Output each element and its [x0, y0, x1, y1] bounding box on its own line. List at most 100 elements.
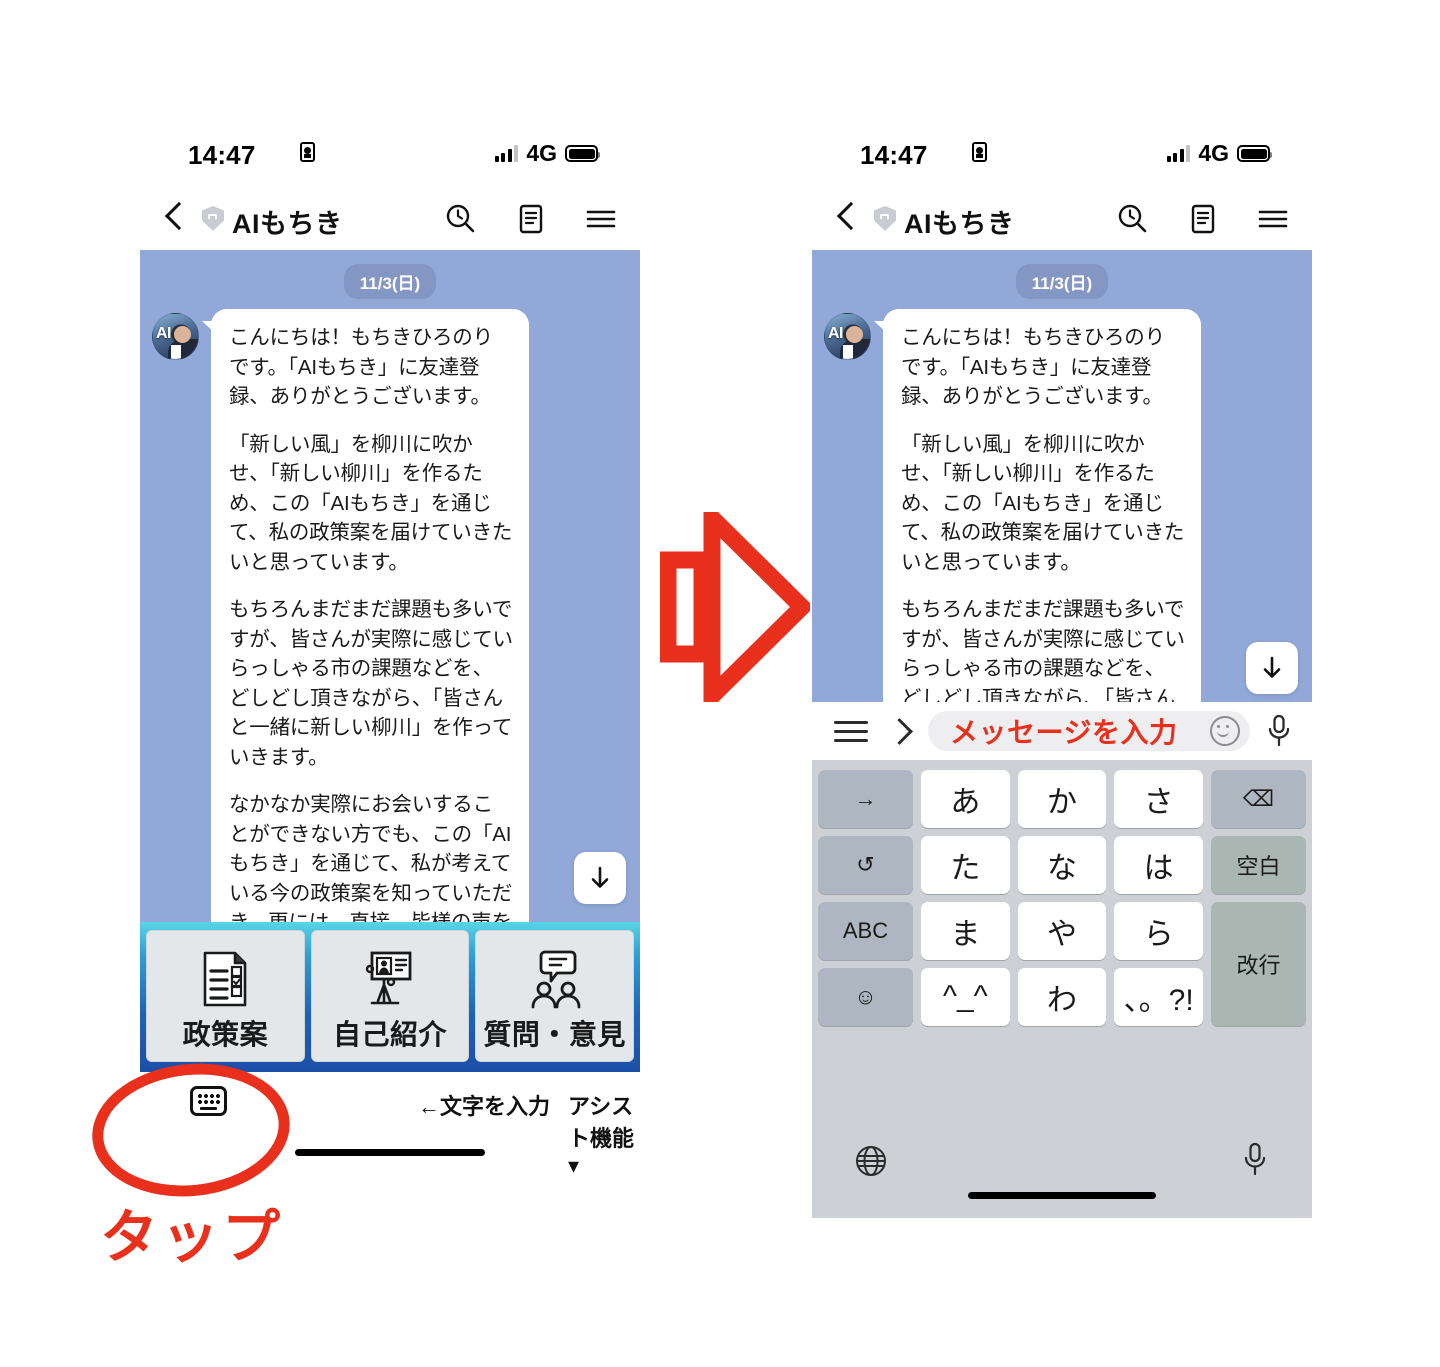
menu-icon[interactable] — [584, 202, 618, 236]
note-icon[interactable] — [1186, 202, 1220, 236]
status-time: 14:47 — [188, 140, 256, 170]
chat-area[interactable]: 11/3(日) AI こんにちは！もちきひろのりです。「AIもちき」に友達登録、… — [812, 250, 1312, 702]
status-indicators: 4G — [1166, 140, 1272, 166]
key-punctuation[interactable]: 、。?! — [1114, 968, 1203, 1026]
message-row: AI こんにちは！もちきひろのりです。「AIもちき」に友達登録、ありがとうござい… — [812, 299, 1312, 702]
message-bubble[interactable]: こんにちは！もちきひろのりです。「AIもちき」に友達登録、ありがとうございます。… — [874, 309, 1201, 702]
document-checklist-icon — [193, 943, 257, 1015]
scroll-down-icon[interactable] — [1246, 642, 1298, 694]
phone-screen-after: 14:47 4G AIもちき 11/3(日) AI こんにちは！もちきひろのりで… — [812, 128, 1312, 1218]
key-ka[interactable]: か — [1017, 770, 1107, 828]
chat-area[interactable]: 11/3(日) AI こんにちは！もちきひろのりです。「AIもちき」に友達登録、… — [140, 250, 640, 922]
phone-screen-before: 14:47 4G AIもちき 11/3(日) AI こんにちは！もちきひろのりで… — [140, 128, 640, 1178]
menu-icon[interactable] — [1256, 202, 1290, 236]
key-space[interactable]: 空白 — [1210, 836, 1306, 894]
signal-bars-icon — [494, 145, 519, 162]
battery-icon — [1237, 145, 1272, 162]
status-indicators: 4G — [494, 140, 600, 166]
message-bubble[interactable]: こんにちは！もちきひろのりです。「AIもちき」に友達登録、ありがとうございます。… — [202, 309, 529, 922]
message-paragraph: 「新しい風」を柳川に吹かせ、「新しい柳川」を作るため、この「AIもちき」を通じて… — [229, 432, 513, 574]
rich-menu-button-profile[interactable]: 自己紹介 — [310, 930, 470, 1062]
message-input-placeholder: メッセージを入力 — [950, 717, 1178, 748]
key-arrow-right[interactable]: → — [818, 770, 913, 828]
rich-menu: 政策案 自己紹介 質問・意見 — [140, 922, 640, 1072]
rich-menu-label: 質問・意見 — [483, 1019, 626, 1050]
message-paragraph: なかなか実際にお会いすることができない方でも、この「AIもちき」を通じて、私が考… — [229, 793, 513, 922]
chevron-right-icon[interactable] — [890, 716, 908, 746]
home-indicator — [295, 1149, 485, 1156]
tap-annotation-label: タップ — [100, 1205, 284, 1270]
rich-menu-button-question[interactable]: 質問・意見 — [475, 930, 635, 1062]
search-history-icon[interactable] — [444, 202, 478, 236]
hint-assist-feature[interactable]: アシスト機能▾ — [568, 1089, 640, 1179]
message-input-field[interactable]: メッセージを入力 — [928, 711, 1250, 751]
scroll-down-icon[interactable] — [574, 852, 626, 904]
nav-bar: AIもちき — [812, 186, 1312, 250]
status-bar: 14:47 4G — [140, 128, 640, 186]
avatar[interactable]: AI — [152, 313, 199, 360]
speech-people-icon — [523, 943, 587, 1015]
rich-menu-label: 政策案 — [182, 1019, 269, 1050]
key-emoji[interactable]: ☺ — [818, 968, 913, 1026]
key-enter[interactable]: 改行 — [1210, 902, 1306, 1026]
date-divider: 11/3(日) — [343, 264, 437, 299]
lock-icon — [972, 142, 987, 162]
network-type-label: 4G — [1198, 140, 1229, 166]
key-ya[interactable]: や — [1017, 902, 1107, 960]
lock-icon — [300, 142, 315, 162]
burger-menu-icon[interactable] — [834, 718, 868, 744]
message-paragraph: 「新しい風」を柳川に吹かせ、「新しい柳川」を作るため、この「AIもちき」を通じて… — [901, 432, 1185, 574]
key-wa[interactable]: わ — [1017, 968, 1107, 1026]
message-paragraph: こんにちは！もちきひろのりです。「AIもちき」に友達登録、ありがとうございます。 — [901, 326, 1165, 409]
back-chevron-icon[interactable] — [836, 200, 856, 234]
message-paragraph: こんにちは！もちきひろのりです。「AIもちき」に友達登録、ありがとうございます。 — [229, 326, 493, 409]
presentation-person-icon — [358, 943, 422, 1015]
page-title: AIもちき — [232, 209, 343, 239]
status-time: 14:47 — [860, 140, 928, 170]
input-bar-expanded: メッセージを入力 — [812, 702, 1312, 760]
page-title: AIもちき — [904, 209, 1015, 239]
nav-icon-group — [444, 202, 618, 236]
status-bar: 14:47 4G — [812, 128, 1312, 186]
screenshot-stage: 14:47 4G AIもちき 11/3(日) AI こんにちは！もちきひろのりで… — [0, 0, 1440, 1367]
smiley-icon[interactable] — [1210, 716, 1240, 746]
hint-input-text: ←文字を入力 — [418, 1094, 551, 1119]
network-type-label: 4G — [526, 140, 557, 166]
key-ma[interactable]: ま — [921, 902, 1010, 960]
search-history-icon[interactable] — [1116, 202, 1150, 236]
nav-bar: AIもちき — [140, 186, 640, 250]
key-sa[interactable]: さ — [1114, 770, 1203, 828]
key-ra[interactable]: ら — [1114, 902, 1203, 960]
step-arrow-icon — [659, 497, 815, 717]
key-undo[interactable]: ↺ — [818, 836, 913, 894]
microphone-icon[interactable] — [1242, 1142, 1268, 1178]
keyboard-grid: → あ か さ ⌫ ↺ た な は 空白 ABC ま や ら 改行 ☺ ^_^ — [818, 770, 1306, 1026]
home-indicator — [968, 1192, 1156, 1199]
key-na[interactable]: な — [1017, 836, 1107, 894]
japanese-keyboard[interactable]: → あ か さ ⌫ ↺ た な は 空白 ABC ま や ら 改行 ☺ ^_^ — [812, 760, 1312, 1218]
rich-menu-button-policy[interactable]: 政策案 — [146, 930, 305, 1062]
back-chevron-icon[interactable] — [164, 200, 184, 234]
microphone-icon[interactable] — [1266, 714, 1292, 748]
signal-bars-icon — [1166, 145, 1191, 162]
nav-icon-group — [1116, 202, 1290, 236]
key-abc[interactable]: ABC — [818, 902, 913, 960]
key-ha[interactable]: は — [1114, 836, 1203, 894]
date-divider: 11/3(日) — [1015, 264, 1109, 299]
keyboard-bottom-row — [812, 1134, 1312, 1218]
key-backspace[interactable]: ⌫ — [1210, 770, 1306, 828]
shield-verified-icon — [202, 206, 224, 231]
key-a[interactable]: あ — [921, 770, 1010, 828]
globe-language-icon[interactable] — [854, 1144, 888, 1178]
avatar-initials: AI — [156, 325, 172, 342]
message-paragraph: もちろんまだまだ課題も多いですが、皆さんが実際に感じていらっしゃる市の課題などを… — [229, 598, 513, 769]
avatar[interactable]: AI — [824, 313, 871, 360]
battery-icon — [565, 145, 600, 162]
note-icon[interactable] — [514, 202, 548, 236]
rich-menu-label: 自己紹介 — [333, 1019, 448, 1050]
avatar-initials: AI — [828, 325, 844, 342]
key-kaomoji[interactable]: ^_^ — [921, 968, 1010, 1026]
key-ta[interactable]: た — [921, 836, 1010, 894]
message-row: AI こんにちは！もちきひろのりです。「AIもちき」に友達登録、ありがとうござい… — [140, 299, 640, 922]
shield-verified-icon — [874, 206, 896, 231]
